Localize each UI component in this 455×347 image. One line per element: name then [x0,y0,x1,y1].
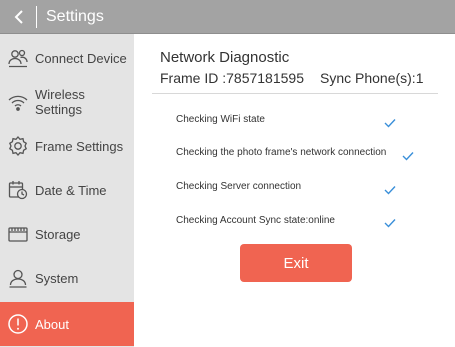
sidebar-item-label: System [35,270,79,286]
frame-info: Frame ID :7857181595 Sync Phone(s):1 [160,68,423,88]
info-icon [7,313,29,335]
checkmark-icon [384,182,396,195]
sidebar-item-label: Wireless Settings [35,87,85,117]
exit-button[interactable]: Exit [240,244,352,282]
sidebar-item-frame-settings[interactable]: Frame Settings [0,124,134,168]
calendar-clock-icon [7,179,29,201]
sidebar: Connect Device Wireless Settings Frame S… [0,34,134,347]
sidebar-item-label: Storage [35,226,81,242]
frame-id: Frame ID :7857181595 [160,70,304,86]
back-button[interactable] [6,4,32,30]
chevron-left-icon [14,10,23,24]
sync-phones: Sync Phone(s):1 [319,70,424,86]
check-network-connection: Checking the photo frame's network conne… [176,147,387,158]
sidebar-item-label: Frame Settings [35,138,124,154]
checkmark-icon [384,115,396,128]
sidebar-item-date-time[interactable]: Date & Time [0,168,134,212]
sidebar-item-label: Connect Device [35,50,127,66]
top-bar: Settings [0,0,455,34]
sidebar-item-label: About [35,316,69,332]
frame-settings-icon [7,135,29,157]
people-icon [7,47,29,69]
sidebar-item-connect-device[interactable]: Connect Device [0,36,134,80]
check-account-sync: Checking Account Sync state:online [176,215,335,226]
user-icon [7,267,29,289]
sidebar-item-label: Date & Time [35,182,107,198]
checkmark-icon [402,148,414,161]
storage-icon [7,223,29,245]
page-title: Settings [46,8,104,25]
sidebar-item-storage[interactable]: Storage [0,212,134,256]
sidebar-item-system[interactable]: System [0,256,134,300]
check-wifi-state: Checking WiFi state [176,114,265,125]
title-separator [36,6,37,28]
checkmark-icon [384,215,396,228]
check-server-connection: Checking Server connection [176,181,302,192]
sidebar-item-wireless-settings[interactable]: Wireless Settings [0,80,134,124]
wifi-icon [7,91,29,113]
divider [152,93,438,94]
section-heading: Network Diagnostic [160,49,290,66]
sidebar-item-about[interactable]: About [0,302,134,346]
main-panel: Network Diagnostic Frame ID :7857181595 S… [134,34,455,347]
